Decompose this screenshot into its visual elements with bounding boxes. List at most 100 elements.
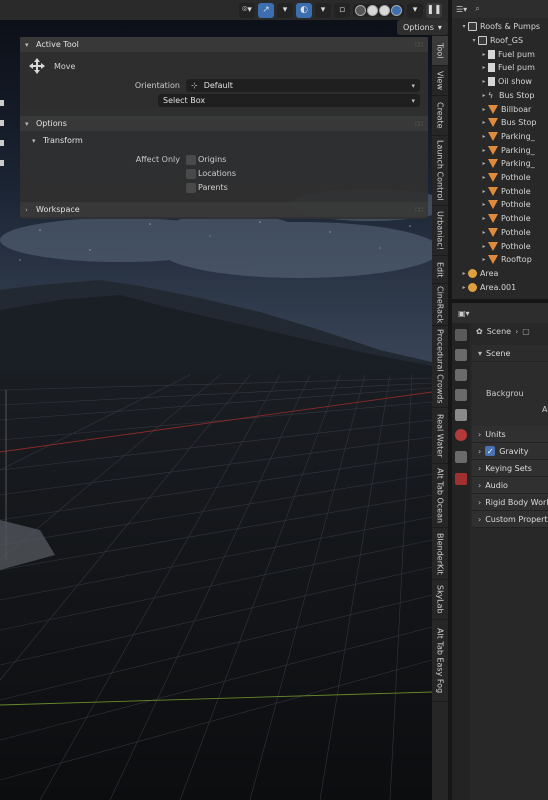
pause-icon[interactable]: ❚❚ bbox=[426, 2, 442, 18]
rendered-shading-icon[interactable] bbox=[391, 4, 402, 16]
grip-icon[interactable]: ∷∷ bbox=[415, 120, 423, 128]
units-panel-header[interactable]: › Units bbox=[472, 426, 548, 443]
chevron-right-icon[interactable]: ▸ bbox=[480, 119, 488, 126]
outliner-row[interactable]: ▸ Bus Stop bbox=[452, 116, 548, 130]
rigid-body-panel-header[interactable]: › Rigid Body World bbox=[472, 494, 548, 511]
chevron-down-icon[interactable]: ▾ bbox=[470, 37, 478, 44]
chevron-right-icon[interactable]: ▸ bbox=[480, 188, 488, 195]
gravity-panel-header[interactable]: › ✓ Gravity bbox=[472, 443, 548, 460]
outliner-row[interactable]: ▾ Roofs & Pumps bbox=[452, 20, 548, 34]
outliner-row[interactable]: ▸ Fuel pum bbox=[452, 61, 548, 75]
outliner-row[interactable]: ▸ Billboar bbox=[452, 102, 548, 116]
outliner-row[interactable]: ▸ Pothole bbox=[452, 239, 548, 253]
workspace-header[interactable]: › Workspace ∷∷ bbox=[20, 202, 428, 217]
tab-real-water[interactable]: Real Water bbox=[432, 408, 448, 464]
scene-tab-icon[interactable] bbox=[455, 409, 467, 421]
tab-launch-control[interactable]: Launch Control bbox=[432, 136, 448, 206]
view-layer-tab-icon[interactable] bbox=[455, 389, 467, 401]
grip-icon[interactable]: ∷∷ bbox=[415, 41, 423, 49]
chevron-right-icon[interactable]: ▸ bbox=[480, 92, 488, 99]
outliner-row[interactable]: ▸ Fuel pum bbox=[452, 47, 548, 61]
outliner-row[interactable]: ▸ ϟ Bus Stop bbox=[452, 89, 548, 103]
gizmo-icon[interactable]: ⌾▾ bbox=[239, 2, 255, 18]
tab-skylab[interactable]: SkyLab bbox=[432, 580, 448, 620]
overlay-dropdown[interactable]: ▾ bbox=[315, 2, 331, 18]
chevron-right-icon[interactable]: ▸ bbox=[480, 51, 488, 58]
shading-dropdown[interactable]: ▾ bbox=[407, 2, 423, 18]
collection-tab-icon[interactable] bbox=[455, 451, 467, 463]
snap-dropdown[interactable]: ▾ bbox=[277, 2, 293, 18]
3d-viewport[interactable]: ▾ Active Tool ∷∷ Move Orientation ⊹ Defa… bbox=[0, 0, 432, 800]
active-tool-row[interactable]: Move bbox=[28, 57, 75, 75]
chevron-right-icon[interactable]: ▸ bbox=[480, 78, 488, 85]
outliner-row[interactable]: ▸ Pothole bbox=[452, 171, 548, 185]
tab-blenderkit[interactable]: BlenderKit bbox=[432, 528, 448, 580]
custom-properties-panel-header[interactable]: › Custom Properties bbox=[472, 511, 548, 528]
outliner-row[interactable]: ▸ Parking_ bbox=[452, 157, 548, 171]
locations-checkbox[interactable] bbox=[186, 169, 196, 179]
chevron-down-icon[interactable]: ▾ bbox=[460, 23, 468, 30]
tab-edit[interactable]: Edit bbox=[432, 256, 448, 284]
chevron-right-icon[interactable]: ▸ bbox=[460, 284, 468, 291]
outliner-row[interactable]: ▸ Parking_ bbox=[452, 130, 548, 144]
tab-view[interactable]: View bbox=[432, 66, 448, 96]
chevron-right-icon[interactable]: ▸ bbox=[480, 133, 488, 140]
tab-alt-tab-ocean[interactable]: Alt Tab Ocean bbox=[432, 464, 448, 528]
chevron-right-icon[interactable]: ▸ bbox=[480, 243, 488, 250]
parents-checkbox[interactable] bbox=[186, 183, 196, 193]
tab-procedural-crowds[interactable]: Procedural Crowds bbox=[432, 326, 448, 408]
material-shading-icon[interactable] bbox=[379, 4, 390, 16]
properties-editor-icon[interactable]: ▣▾ bbox=[458, 309, 470, 318]
outliner-row[interactable]: ▸ Area.001 bbox=[452, 280, 548, 294]
outliner-row[interactable]: ▸ Rooftop bbox=[452, 253, 548, 267]
tab-urbaniac[interactable]: Urbaniac! bbox=[432, 206, 448, 256]
outliner-row[interactable]: ▸ Pothole bbox=[452, 184, 548, 198]
chevron-right-icon[interactable]: ▸ bbox=[480, 174, 488, 181]
transform-subheader[interactable]: ▾ Transform bbox=[20, 133, 428, 148]
xray-icon[interactable]: ▫ bbox=[334, 2, 350, 18]
options-button[interactable]: Options ▾ bbox=[397, 20, 448, 35]
origins-checkbox[interactable] bbox=[186, 155, 196, 165]
outliner-row[interactable]: ▸ Pothole bbox=[452, 198, 548, 212]
tab-alt-tab-easy-fog[interactable]: Alt Tab Easy Fog bbox=[432, 620, 448, 702]
outliner-row[interactable]: ▾ Roof_GS bbox=[452, 34, 548, 48]
texture-tab-icon[interactable] bbox=[455, 473, 467, 485]
audio-panel-header[interactable]: › Audio bbox=[472, 477, 548, 494]
chevron-right-icon[interactable]: ▸ bbox=[480, 147, 488, 154]
outliner-row[interactable]: ▸ Pothole bbox=[452, 212, 548, 226]
outliner-row[interactable]: ▸ Pothole bbox=[452, 226, 548, 240]
snap-icon[interactable]: ↗ bbox=[258, 2, 274, 18]
gravity-checkbox[interactable]: ✓ bbox=[485, 446, 496, 456]
tab-create[interactable]: Create bbox=[432, 96, 448, 136]
keying-sets-panel-header[interactable]: › Keying Sets bbox=[472, 460, 548, 477]
world-tab-icon[interactable] bbox=[455, 429, 467, 441]
outliner-row[interactable]: ▸ Area bbox=[452, 267, 548, 281]
chevron-right-icon[interactable]: ▸ bbox=[480, 106, 488, 113]
tab-cinerack[interactable]: CineRack bbox=[432, 284, 448, 326]
filter-icon[interactable]: ⌕ bbox=[475, 4, 479, 14]
scene-panel-header[interactable]: ▾ Scene bbox=[472, 345, 548, 362]
tool-tab-icon[interactable] bbox=[455, 329, 467, 341]
orientation-dropdown[interactable]: ⊹ Default ▾ bbox=[186, 79, 420, 92]
active-tool-header[interactable]: ▾ Active Tool ∷∷ bbox=[20, 37, 428, 52]
chevron-right-icon[interactable]: ▸ bbox=[480, 256, 488, 263]
render-tab-icon[interactable] bbox=[455, 349, 467, 361]
chevron-right-icon[interactable]: ▸ bbox=[480, 229, 488, 236]
wireframe-shading-icon[interactable] bbox=[355, 4, 366, 16]
options-header[interactable]: ▾ Options ∷∷ bbox=[20, 116, 428, 131]
tab-tool[interactable]: Tool bbox=[432, 36, 448, 66]
pin-icon[interactable]: ▢ bbox=[522, 327, 530, 336]
chevron-right-icon[interactable]: ▸ bbox=[480, 215, 488, 222]
output-tab-icon[interactable] bbox=[455, 369, 467, 381]
outliner-row[interactable]: ▸ Parking_ bbox=[452, 143, 548, 157]
grip-icon[interactable]: ∷∷ bbox=[415, 206, 423, 214]
drag-dropdown[interactable]: Select Box ▾ bbox=[158, 94, 420, 107]
chevron-right-icon[interactable]: ▸ bbox=[460, 270, 468, 277]
outliner-editor-icon[interactable]: ☰▾ bbox=[456, 5, 467, 14]
outliner-row[interactable]: ▸ Oil show bbox=[452, 75, 548, 89]
chevron-right-icon[interactable]: ▸ bbox=[480, 64, 488, 71]
chevron-right-icon[interactable]: ▸ bbox=[480, 160, 488, 167]
chevron-right-icon[interactable]: ▸ bbox=[480, 201, 488, 208]
overlay-icon[interactable]: ◐ bbox=[296, 2, 312, 18]
solid-shading-icon[interactable] bbox=[367, 4, 378, 16]
